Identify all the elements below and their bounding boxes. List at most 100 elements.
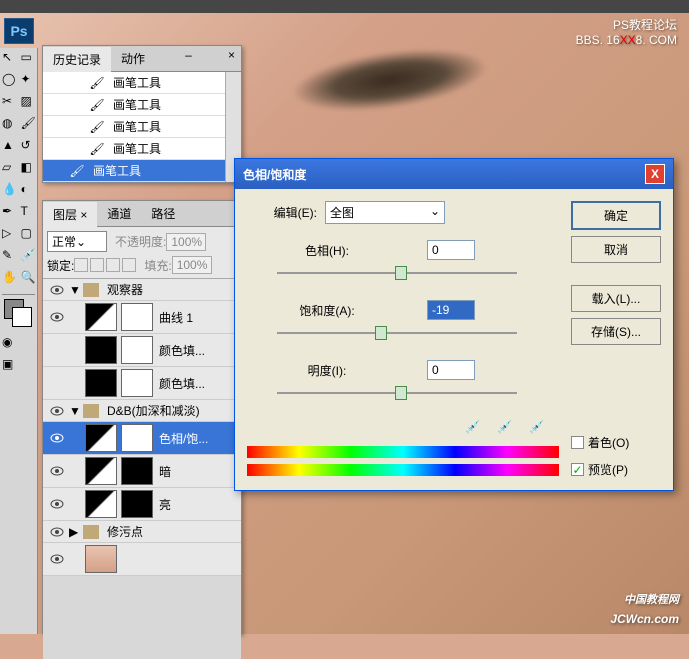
- lock-transparency-icon[interactable]: [74, 258, 88, 272]
- layer-item[interactable]: 色相/饱...: [43, 422, 241, 455]
- pen-tool-icon[interactable]: ✒: [2, 204, 19, 222]
- hand-tool-icon[interactable]: ✋: [2, 270, 19, 288]
- tab-paths[interactable]: 路径: [141, 201, 185, 226]
- crop-tool-icon[interactable]: ✂: [2, 94, 19, 112]
- layer-thumb[interactable]: [85, 545, 117, 573]
- layer-thumb[interactable]: [85, 336, 117, 364]
- save-button[interactable]: 存储(S)...: [571, 318, 661, 345]
- panel-close-icon[interactable]: ×: [222, 46, 241, 71]
- tab-history[interactable]: 历史记录: [43, 47, 111, 72]
- visibility-icon[interactable]: [50, 406, 64, 416]
- disclosure-icon[interactable]: ▼: [69, 283, 79, 297]
- notes-tool-icon[interactable]: ✎: [2, 248, 19, 266]
- colorize-checkbox-row[interactable]: 着色(O): [571, 434, 661, 451]
- layer-thumb[interactable]: [85, 369, 117, 397]
- layer-mask[interactable]: [121, 457, 153, 485]
- layer-item[interactable]: 曲线 1: [43, 301, 241, 334]
- saturation-slider[interactable]: [277, 324, 517, 344]
- history-item[interactable]: 🖌画笔工具: [43, 160, 225, 182]
- eyedropper-minus-icon[interactable]: 💉: [529, 420, 549, 440]
- slider-thumb-icon[interactable]: [375, 326, 387, 340]
- edit-select[interactable]: 全图 ⌄: [325, 201, 445, 224]
- cancel-button[interactable]: 取消: [571, 236, 661, 263]
- layer-thumb[interactable]: [85, 490, 117, 518]
- eyedropper-icon[interactable]: 💉: [465, 420, 485, 440]
- marquee-tool-icon[interactable]: ▭: [21, 50, 38, 68]
- history-brush-icon[interactable]: ↺: [21, 138, 38, 156]
- shape-tool-icon[interactable]: ▢: [21, 226, 38, 244]
- load-button[interactable]: 载入(L)...: [571, 285, 661, 312]
- tab-channels[interactable]: 通道: [97, 201, 141, 226]
- blend-mode-select[interactable]: 正常⌄: [47, 231, 107, 252]
- saturation-input[interactable]: -19: [427, 300, 475, 320]
- quickmask-icon[interactable]: ◉: [2, 335, 20, 353]
- hue-slider[interactable]: [277, 264, 517, 284]
- disclosure-icon[interactable]: ▶: [69, 525, 79, 539]
- layer-group-header[interactable]: ▼ 观察器: [43, 279, 241, 301]
- brush-tool-icon[interactable]: 🖌: [21, 116, 38, 134]
- path-tool-icon[interactable]: ▷: [2, 226, 19, 244]
- lock-position-icon[interactable]: [106, 258, 120, 272]
- dodge-tool-icon[interactable]: ◐: [21, 182, 38, 200]
- history-item[interactable]: 🖌画笔工具: [43, 94, 225, 116]
- disclosure-icon[interactable]: ▼: [69, 404, 79, 418]
- layer-mask[interactable]: [121, 424, 153, 452]
- tab-actions[interactable]: 动作: [111, 46, 155, 71]
- dialog-titlebar[interactable]: 色相/饱和度 X: [235, 159, 673, 189]
- eyedropper-plus-icon[interactable]: 💉: [497, 420, 517, 440]
- opacity-value[interactable]: 100%: [166, 233, 206, 251]
- heal-tool-icon[interactable]: ◍: [2, 116, 19, 134]
- wand-tool-icon[interactable]: ✦: [21, 72, 38, 90]
- layer-item[interactable]: 颜色填...: [43, 334, 241, 367]
- tab-layers[interactable]: 图层 ×: [43, 202, 97, 227]
- visibility-icon[interactable]: [50, 433, 64, 443]
- lightness-slider[interactable]: [277, 384, 517, 404]
- visibility-icon[interactable]: [50, 554, 64, 564]
- visibility-icon[interactable]: [50, 285, 64, 295]
- type-tool-icon[interactable]: T: [21, 204, 38, 222]
- layer-item[interactable]: 颜色填...: [43, 367, 241, 400]
- lock-all-icon[interactable]: [122, 258, 136, 272]
- lasso-tool-icon[interactable]: ◯: [2, 72, 19, 90]
- close-button[interactable]: X: [645, 164, 665, 184]
- history-item[interactable]: 🖌画笔工具: [43, 138, 225, 160]
- layer-item[interactable]: [43, 543, 241, 576]
- layer-mask[interactable]: [121, 303, 153, 331]
- fill-value[interactable]: 100%: [172, 256, 212, 274]
- visibility-icon[interactable]: [50, 527, 64, 537]
- hue-input[interactable]: [427, 240, 475, 260]
- history-item[interactable]: 🖌画笔工具: [43, 116, 225, 138]
- layer-thumb[interactable]: [85, 303, 117, 331]
- lightness-input[interactable]: [427, 360, 475, 380]
- colorize-checkbox[interactable]: [571, 436, 584, 449]
- eraser-tool-icon[interactable]: ▱: [2, 160, 19, 178]
- visibility-icon[interactable]: [50, 466, 64, 476]
- color-swatches[interactable]: [4, 299, 34, 329]
- lock-pixels-icon[interactable]: [90, 258, 104, 272]
- move-tool-icon[interactable]: ↖: [2, 50, 19, 68]
- blur-tool-icon[interactable]: 💧: [2, 182, 19, 200]
- panel-minimize-icon[interactable]: –: [179, 46, 198, 71]
- layer-mask[interactable]: [121, 336, 153, 364]
- layer-thumb[interactable]: [85, 424, 117, 452]
- layer-thumb[interactable]: [85, 457, 117, 485]
- preview-checkbox-row[interactable]: ✓ 预览(P): [571, 461, 661, 478]
- stamp-tool-icon[interactable]: ▲: [2, 138, 19, 156]
- screenmode-icon[interactable]: ▣: [2, 357, 20, 375]
- layer-item[interactable]: 亮: [43, 488, 241, 521]
- preview-checkbox[interactable]: ✓: [571, 463, 584, 476]
- history-item[interactable]: 🖌画笔工具: [43, 72, 225, 94]
- visibility-icon[interactable]: [50, 499, 64, 509]
- slider-thumb-icon[interactable]: [395, 266, 407, 280]
- ok-button[interactable]: 确定: [571, 201, 661, 230]
- layer-mask[interactable]: [121, 369, 153, 397]
- slider-thumb-icon[interactable]: [395, 386, 407, 400]
- eyedropper-tool-icon[interactable]: 💉: [21, 248, 38, 266]
- gradient-tool-icon[interactable]: ◧: [21, 160, 38, 178]
- zoom-tool-icon[interactable]: 🔍: [21, 270, 38, 288]
- slice-tool-icon[interactable]: ▨: [21, 94, 38, 112]
- layer-mask[interactable]: [121, 490, 153, 518]
- layer-group-header[interactable]: ▶ 修污点: [43, 521, 241, 543]
- visibility-icon[interactable]: [50, 312, 64, 322]
- layer-item[interactable]: 暗: [43, 455, 241, 488]
